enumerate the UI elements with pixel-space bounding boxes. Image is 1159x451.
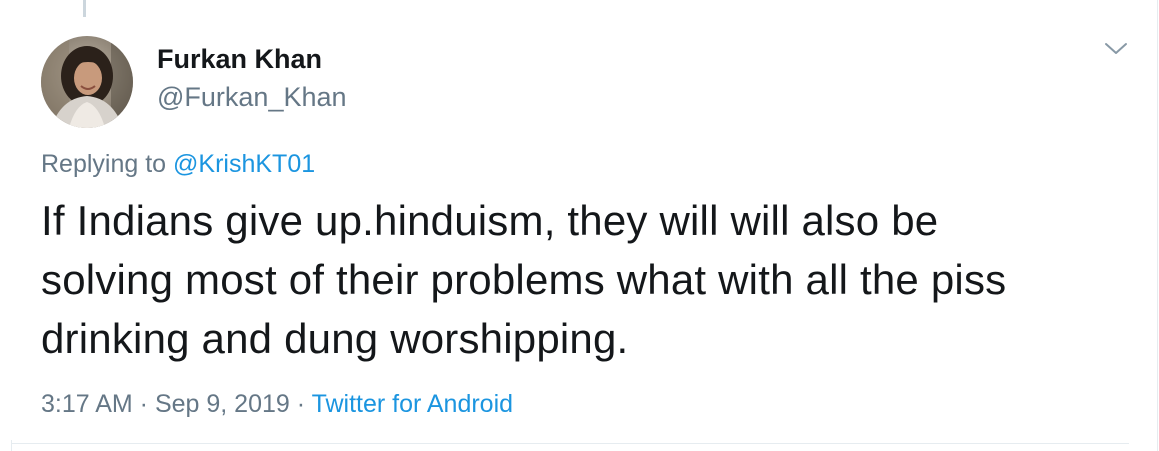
meta-separator-2: · xyxy=(289,390,312,418)
replying-to-line: Replying to @KrishKT01 xyxy=(41,148,315,180)
tweet-date[interactable]: Sep 9, 2019 xyxy=(155,390,290,418)
thread-connector-line xyxy=(83,0,86,17)
tweet-divider xyxy=(11,443,1129,444)
reply-to-handle-link[interactable]: @KrishKT01 xyxy=(173,150,315,178)
tweet-source-link[interactable]: Twitter for Android xyxy=(312,390,513,418)
meta-separator: · xyxy=(132,390,155,418)
avatar[interactable] xyxy=(41,36,133,128)
chevron-down-icon xyxy=(1104,42,1128,61)
card-right-border xyxy=(1157,0,1158,451)
author-display-name[interactable]: Furkan Khan xyxy=(157,42,322,76)
tweet-time[interactable]: 3:17 AM xyxy=(41,390,133,418)
card-left-border xyxy=(11,440,12,451)
tweet-meta: 3:17 AM · Sep 9, 2019 · Twitter for Andr… xyxy=(41,388,513,420)
tweet-card: Furkan Khan @Furkan_Khan Replying to @Kr… xyxy=(0,0,1159,451)
tweet-text: If Indians give up.hinduism, they will w… xyxy=(41,197,1007,362)
replying-to-prefix: Replying to xyxy=(41,150,174,178)
author-handle[interactable]: @Furkan_Khan xyxy=(157,80,347,114)
tweet-menu-button[interactable] xyxy=(1098,36,1134,66)
